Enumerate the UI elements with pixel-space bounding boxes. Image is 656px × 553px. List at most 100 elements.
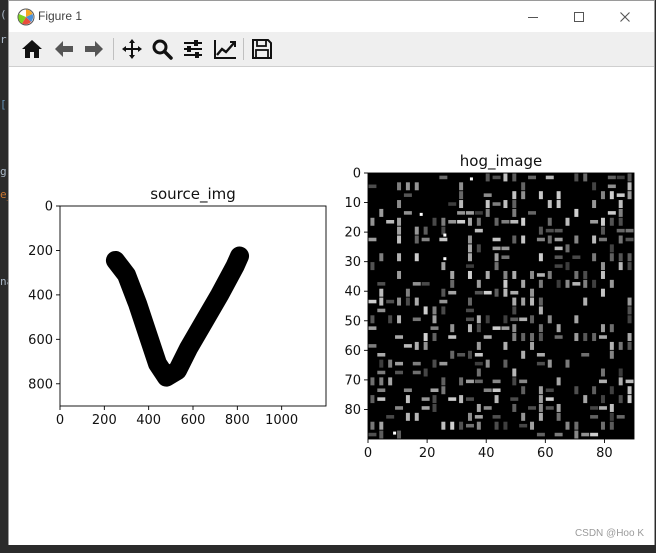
hog-cell [598, 406, 607, 410]
hog-cell [545, 397, 554, 401]
hog-cell [521, 279, 526, 288]
hog-cell [618, 235, 623, 244]
hog-cell [616, 175, 625, 180]
hog-cell [512, 324, 517, 333]
hog-cell [476, 315, 481, 324]
hog-cell [547, 315, 552, 324]
maximize-icon [574, 11, 584, 22]
y-tick-label: 400 [28, 288, 53, 303]
hog-cell [609, 279, 614, 288]
hog-cell [474, 361, 483, 366]
hog-cell [403, 211, 412, 215]
hog-cell [574, 235, 579, 244]
hog-cell [538, 226, 543, 235]
hog-cell [590, 219, 599, 224]
hog-cell [592, 235, 597, 244]
hog-cell [439, 175, 448, 180]
edit-axis-button[interactable] [212, 36, 238, 62]
hog-cell [459, 395, 464, 404]
hog-cell [609, 350, 614, 359]
hog-cell [397, 270, 402, 279]
hog-cell [403, 388, 412, 393]
hog-cell [521, 182, 526, 191]
hog-cell [583, 270, 588, 279]
hog-cell [607, 175, 616, 180]
hog-cell [397, 200, 402, 209]
hog-cell [368, 299, 377, 304]
hog-cell [465, 211, 474, 215]
hog-cell [492, 388, 501, 393]
hog-cell [556, 191, 561, 200]
hog-cell [538, 412, 543, 421]
hog-cell [574, 173, 579, 182]
hog-cell [379, 377, 384, 386]
hog-cell [465, 264, 474, 268]
y-tick-label: 70 [344, 373, 361, 388]
hog-cell [379, 297, 384, 306]
hog-cell [590, 406, 599, 410]
hog-cell [590, 432, 599, 437]
hog-cell [368, 184, 377, 189]
hog-cell [545, 406, 554, 410]
hog-cell [530, 315, 535, 324]
hog-cell [592, 386, 597, 395]
hog-cell [414, 182, 419, 191]
hog-cell [521, 333, 526, 342]
y-tick-label: 50 [344, 314, 361, 329]
forward-button[interactable] [81, 36, 107, 62]
hog-cell [441, 288, 446, 297]
figure-canvas[interactable]: source_img 0 200 400 600 800 1000 0 200 400 600 800… [9, 67, 654, 545]
hog-cell [397, 297, 402, 306]
hog-cell [397, 226, 402, 235]
hog-cell [483, 406, 492, 410]
hog-cell [545, 228, 554, 233]
hog-cell [609, 253, 614, 262]
hog-cell [600, 395, 605, 404]
hog-cell [510, 317, 519, 322]
hog-cell [441, 306, 446, 315]
hog-cell [609, 191, 614, 200]
hog-cell [521, 217, 526, 226]
hog-cell [483, 290, 492, 295]
hog-cell [494, 253, 499, 262]
hog-cell [432, 403, 437, 412]
x-tick-label: 800 [225, 413, 250, 428]
hog-cell [388, 377, 393, 386]
hog-cell [414, 412, 419, 421]
hog-cell [574, 315, 579, 324]
title-bar[interactable]: Figure 1 [9, 1, 654, 32]
hog-cell [483, 335, 492, 339]
pan-button[interactable] [119, 36, 145, 62]
x-tick-label: 0 [364, 446, 372, 461]
back-button[interactable] [51, 36, 77, 62]
hog-cell [600, 217, 605, 226]
hog-cell [565, 359, 570, 368]
minimize-button[interactable] [510, 1, 556, 32]
hog-cell [625, 237, 634, 242]
hog-cell [405, 412, 410, 421]
zoom-button[interactable] [149, 36, 175, 62]
hog-cell [512, 297, 517, 306]
hog-cell [574, 208, 579, 217]
hog-cell [503, 359, 508, 368]
hog-cell [395, 406, 404, 410]
hog-cell [512, 368, 517, 377]
hog-cell [421, 397, 430, 401]
hog-cell [618, 200, 623, 209]
source-img-axes: source_img 0 200 400 600 800 1000 0 200 400 600 800 [28, 185, 327, 428]
home-button[interactable] [19, 36, 45, 62]
hog-cell [485, 270, 490, 279]
hog-cell [574, 333, 579, 342]
hog-cell [538, 297, 543, 306]
hog-cell [512, 306, 517, 315]
hog-cell [450, 270, 455, 279]
hog-cell [465, 317, 474, 322]
hog-cell [412, 361, 421, 366]
configure-subplots-button[interactable] [180, 36, 206, 62]
maximize-button[interactable] [556, 1, 602, 32]
hog-cell [530, 341, 535, 350]
save-button[interactable] [249, 36, 275, 62]
y-tick-label: 20 [344, 226, 361, 241]
hog-cell [412, 370, 421, 375]
close-button[interactable] [602, 1, 648, 32]
